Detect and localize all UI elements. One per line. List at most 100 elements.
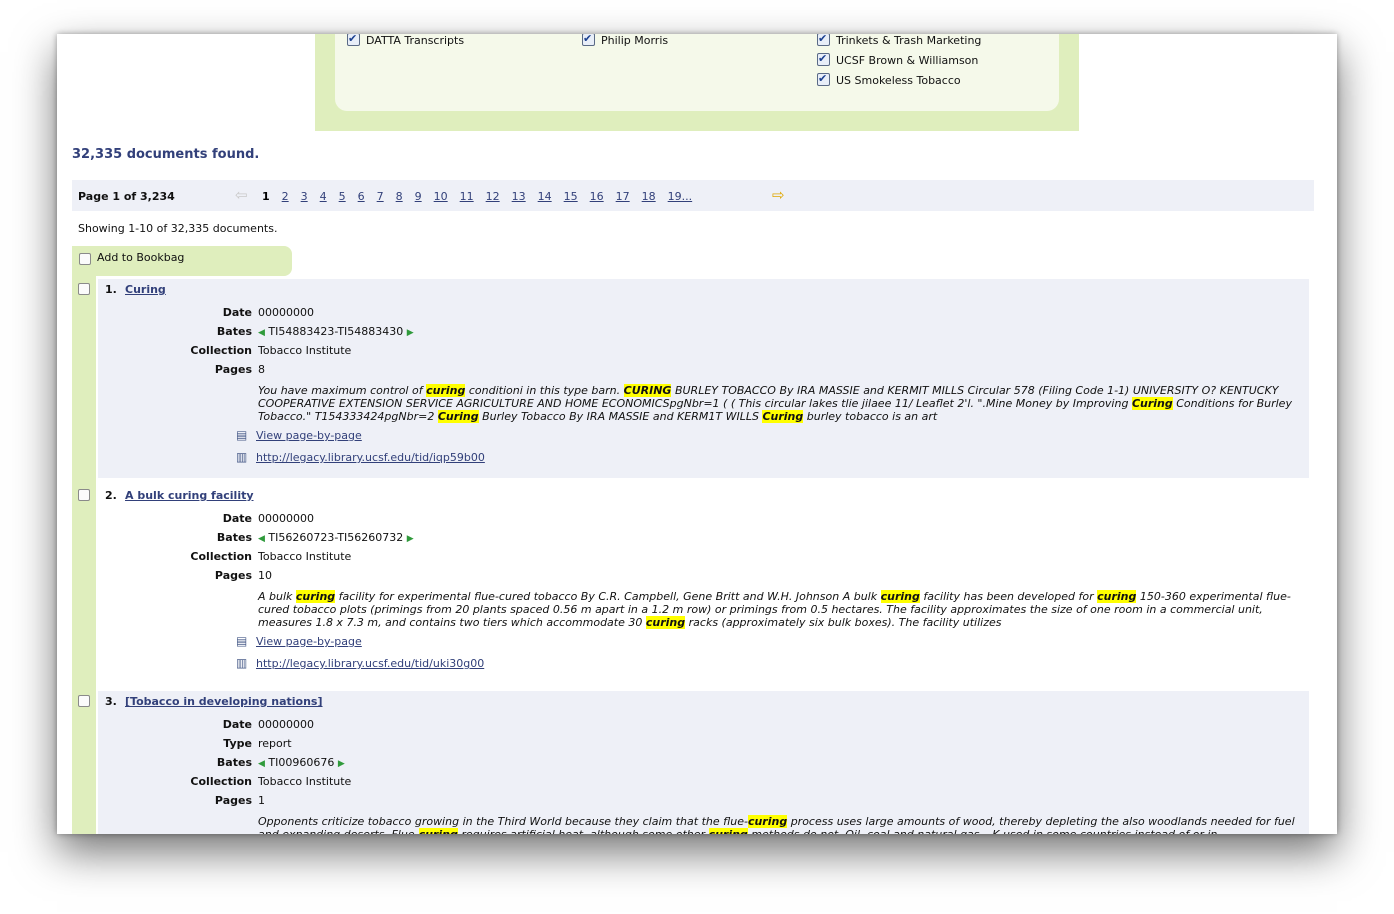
search-term-highlight: curing	[880, 590, 920, 603]
collection-us-smokeless[interactable]: US Smokeless Tobacco	[817, 71, 961, 89]
page-link-1[interactable]: 1	[262, 190, 270, 203]
meta-pages: Pages 8	[214, 363, 265, 376]
bates-range: TI00960676	[268, 756, 335, 769]
bates-next-icon[interactable]: ▶	[338, 759, 345, 769]
view-page-by-page-link[interactable]: View page-by-page	[256, 429, 362, 442]
page-link-9[interactable]: 9	[415, 190, 422, 203]
add-to-bookbag-checkbox[interactable]	[79, 253, 91, 265]
page-link-15[interactable]: 15	[564, 190, 578, 203]
bates-next-icon[interactable]: ▶	[407, 534, 414, 544]
result-number: 3.	[105, 695, 117, 708]
document-icon: ▤	[236, 428, 248, 442]
bates-prev-icon[interactable]: ◀	[258, 328, 265, 338]
result-title-link[interactable]: [Tobacco in developing nations]	[125, 695, 323, 708]
snippet-text: burley tobacco is an art	[803, 410, 938, 423]
search-term-highlight: Curing	[1131, 397, 1173, 410]
snippet-text: facility has been developed for	[919, 590, 1098, 603]
page-link-14[interactable]: 14	[538, 190, 552, 203]
search-term-highlight: curing	[426, 384, 466, 397]
result-snippet: You have maximum control of curing condi…	[258, 384, 1303, 423]
page-link-7[interactable]: 7	[377, 190, 384, 203]
search-term-highlight: curing	[645, 616, 686, 629]
page-link-17[interactable]: 17	[616, 190, 630, 203]
meta-collection: Collection Tobacco Institute	[190, 775, 352, 788]
search-term-highlight: curing	[1097, 590, 1137, 603]
result-title-link[interactable]: Curing	[125, 283, 166, 296]
snippet-text: Opponents criticize tobacco growing in t…	[258, 815, 748, 828]
page-info: Page 1 of 3,234	[78, 190, 175, 203]
result-item: 3. [Tobacco in developing nations] Date …	[78, 691, 1309, 834]
meta-date: Date 00000000	[222, 306, 314, 319]
page-link-8[interactable]: 8	[396, 190, 403, 203]
checkbox-checked-icon[interactable]	[347, 34, 360, 47]
collection-datta[interactable]: DATTA Transcripts	[347, 34, 464, 49]
add-to-bookbag-label: Add to Bookbag	[97, 251, 185, 264]
page-link-4[interactable]: 4	[320, 190, 327, 203]
snippet-text: racks (approximately six bulk boxes). Th…	[685, 616, 1002, 629]
document-icon: ▤	[236, 634, 248, 648]
page-links: 1 2 3 4 5 6 7 8 9 10 11 12 13 14 15 16 17 18 19...	[262, 190, 704, 203]
collection-trinkets-trash[interactable]: Trinkets & Trash Marketing	[817, 34, 981, 49]
page-link-11[interactable]: 11	[460, 190, 474, 203]
result-number: 1.	[105, 283, 117, 296]
bates-prev-icon[interactable]: ◀	[258, 534, 265, 544]
permalink-row: ▥ http://legacy.library.ucsf.edu/tid/iqp5…	[236, 449, 485, 465]
view-page-by-page-link[interactable]: View page-by-page	[256, 635, 362, 648]
meta-pages: Pages 10	[214, 569, 272, 582]
search-term-highlight: curing	[708, 828, 748, 834]
bates-prev-icon[interactable]: ◀	[258, 759, 265, 769]
snippet-text: requires artificial heat, although some …	[458, 828, 709, 834]
result-item: 1. Curing Date 00000000 Bates ◀ TI548834…	[78, 279, 1309, 478]
result-select-checkbox[interactable]	[78, 489, 90, 501]
bookbag-bar: Add to Bookbag	[72, 246, 292, 276]
page-link-13[interactable]: 13	[512, 190, 526, 203]
search-term-highlight: Curing	[437, 410, 479, 423]
search-term-highlight: curing	[295, 590, 336, 603]
page-link-6[interactable]: 6	[358, 190, 365, 203]
page-link-18[interactable]: 18	[642, 190, 656, 203]
document-permalink[interactable]: http://legacy.library.ucsf.edu/tid/iqp59…	[256, 451, 485, 464]
collection-philip-morris[interactable]: Philip Morris	[582, 34, 668, 49]
checkbox-checked-icon[interactable]	[582, 34, 595, 47]
snippet-text: conditioni in this type barn.	[465, 384, 624, 397]
page-link-2[interactable]: 2	[282, 190, 289, 203]
result-select-checkbox[interactable]	[78, 695, 90, 707]
checkbox-checked-icon[interactable]	[817, 71, 830, 87]
result-select-checkbox[interactable]	[78, 283, 90, 295]
bates-next-icon[interactable]: ▶	[407, 328, 414, 338]
checkbox-checked-icon[interactable]	[817, 51, 830, 67]
snippet-text: A bulk	[258, 590, 296, 603]
search-term-highlight: CURING	[623, 384, 672, 397]
meta-pages: Pages 1	[214, 794, 265, 807]
result-item: 2. A bulk curing facility Date 00000000 …	[78, 485, 1309, 684]
view-page-row: ▤ View page-by-page	[236, 633, 362, 649]
collection-ucsf-bw[interactable]: UCSF Brown & Williamson	[817, 51, 978, 69]
document-permalink[interactable]: http://legacy.library.ucsf.edu/tid/uki30…	[256, 657, 484, 670]
result-title-link[interactable]: A bulk curing facility	[125, 489, 254, 502]
meta-bates: Bates ◀ TI56260723-TI56260732 ▶	[216, 531, 414, 544]
prev-arrow-icon: ⇦	[235, 186, 248, 204]
snippet-text: facility for experimental flue-cured tob…	[335, 590, 881, 603]
page-link-12[interactable]: 12	[486, 190, 500, 203]
search-term-highlight: curing	[418, 828, 458, 834]
snippet-text: methods do not. Oil, coal and natural ga…	[748, 828, 1217, 834]
results-count: 32,335 documents found.	[72, 147, 260, 162]
next-arrow-icon[interactable]: ⇨	[772, 186, 785, 204]
checkbox-checked-icon[interactable]	[817, 34, 830, 47]
page-link-10[interactable]: 10	[434, 190, 448, 203]
search-term-highlight: curing	[747, 815, 788, 828]
result-snippet: A bulk curing facility for experimental …	[258, 590, 1303, 629]
page-link-3[interactable]: 3	[301, 190, 308, 203]
snippet-text: Burley Tobacco By IRA MASSIE and KERM1T …	[478, 410, 763, 423]
page-link-19[interactable]: 19...	[668, 190, 693, 203]
meta-type: Type report	[223, 737, 292, 750]
page-link-5[interactable]: 5	[339, 190, 346, 203]
result-snippet: Opponents criticize tobacco growing in t…	[258, 815, 1303, 834]
meta-collection: Collection Tobacco Institute	[190, 550, 352, 563]
search-term-highlight: Curing	[762, 410, 804, 423]
meta-date: Date 00000000	[222, 718, 314, 731]
collections-panel: DATTA Transcripts Philip Morris Trinkets…	[315, 34, 1079, 131]
view-page-row: ▤ View page-by-page	[236, 427, 362, 443]
results-left-strip	[72, 276, 96, 834]
page-link-16[interactable]: 16	[590, 190, 604, 203]
